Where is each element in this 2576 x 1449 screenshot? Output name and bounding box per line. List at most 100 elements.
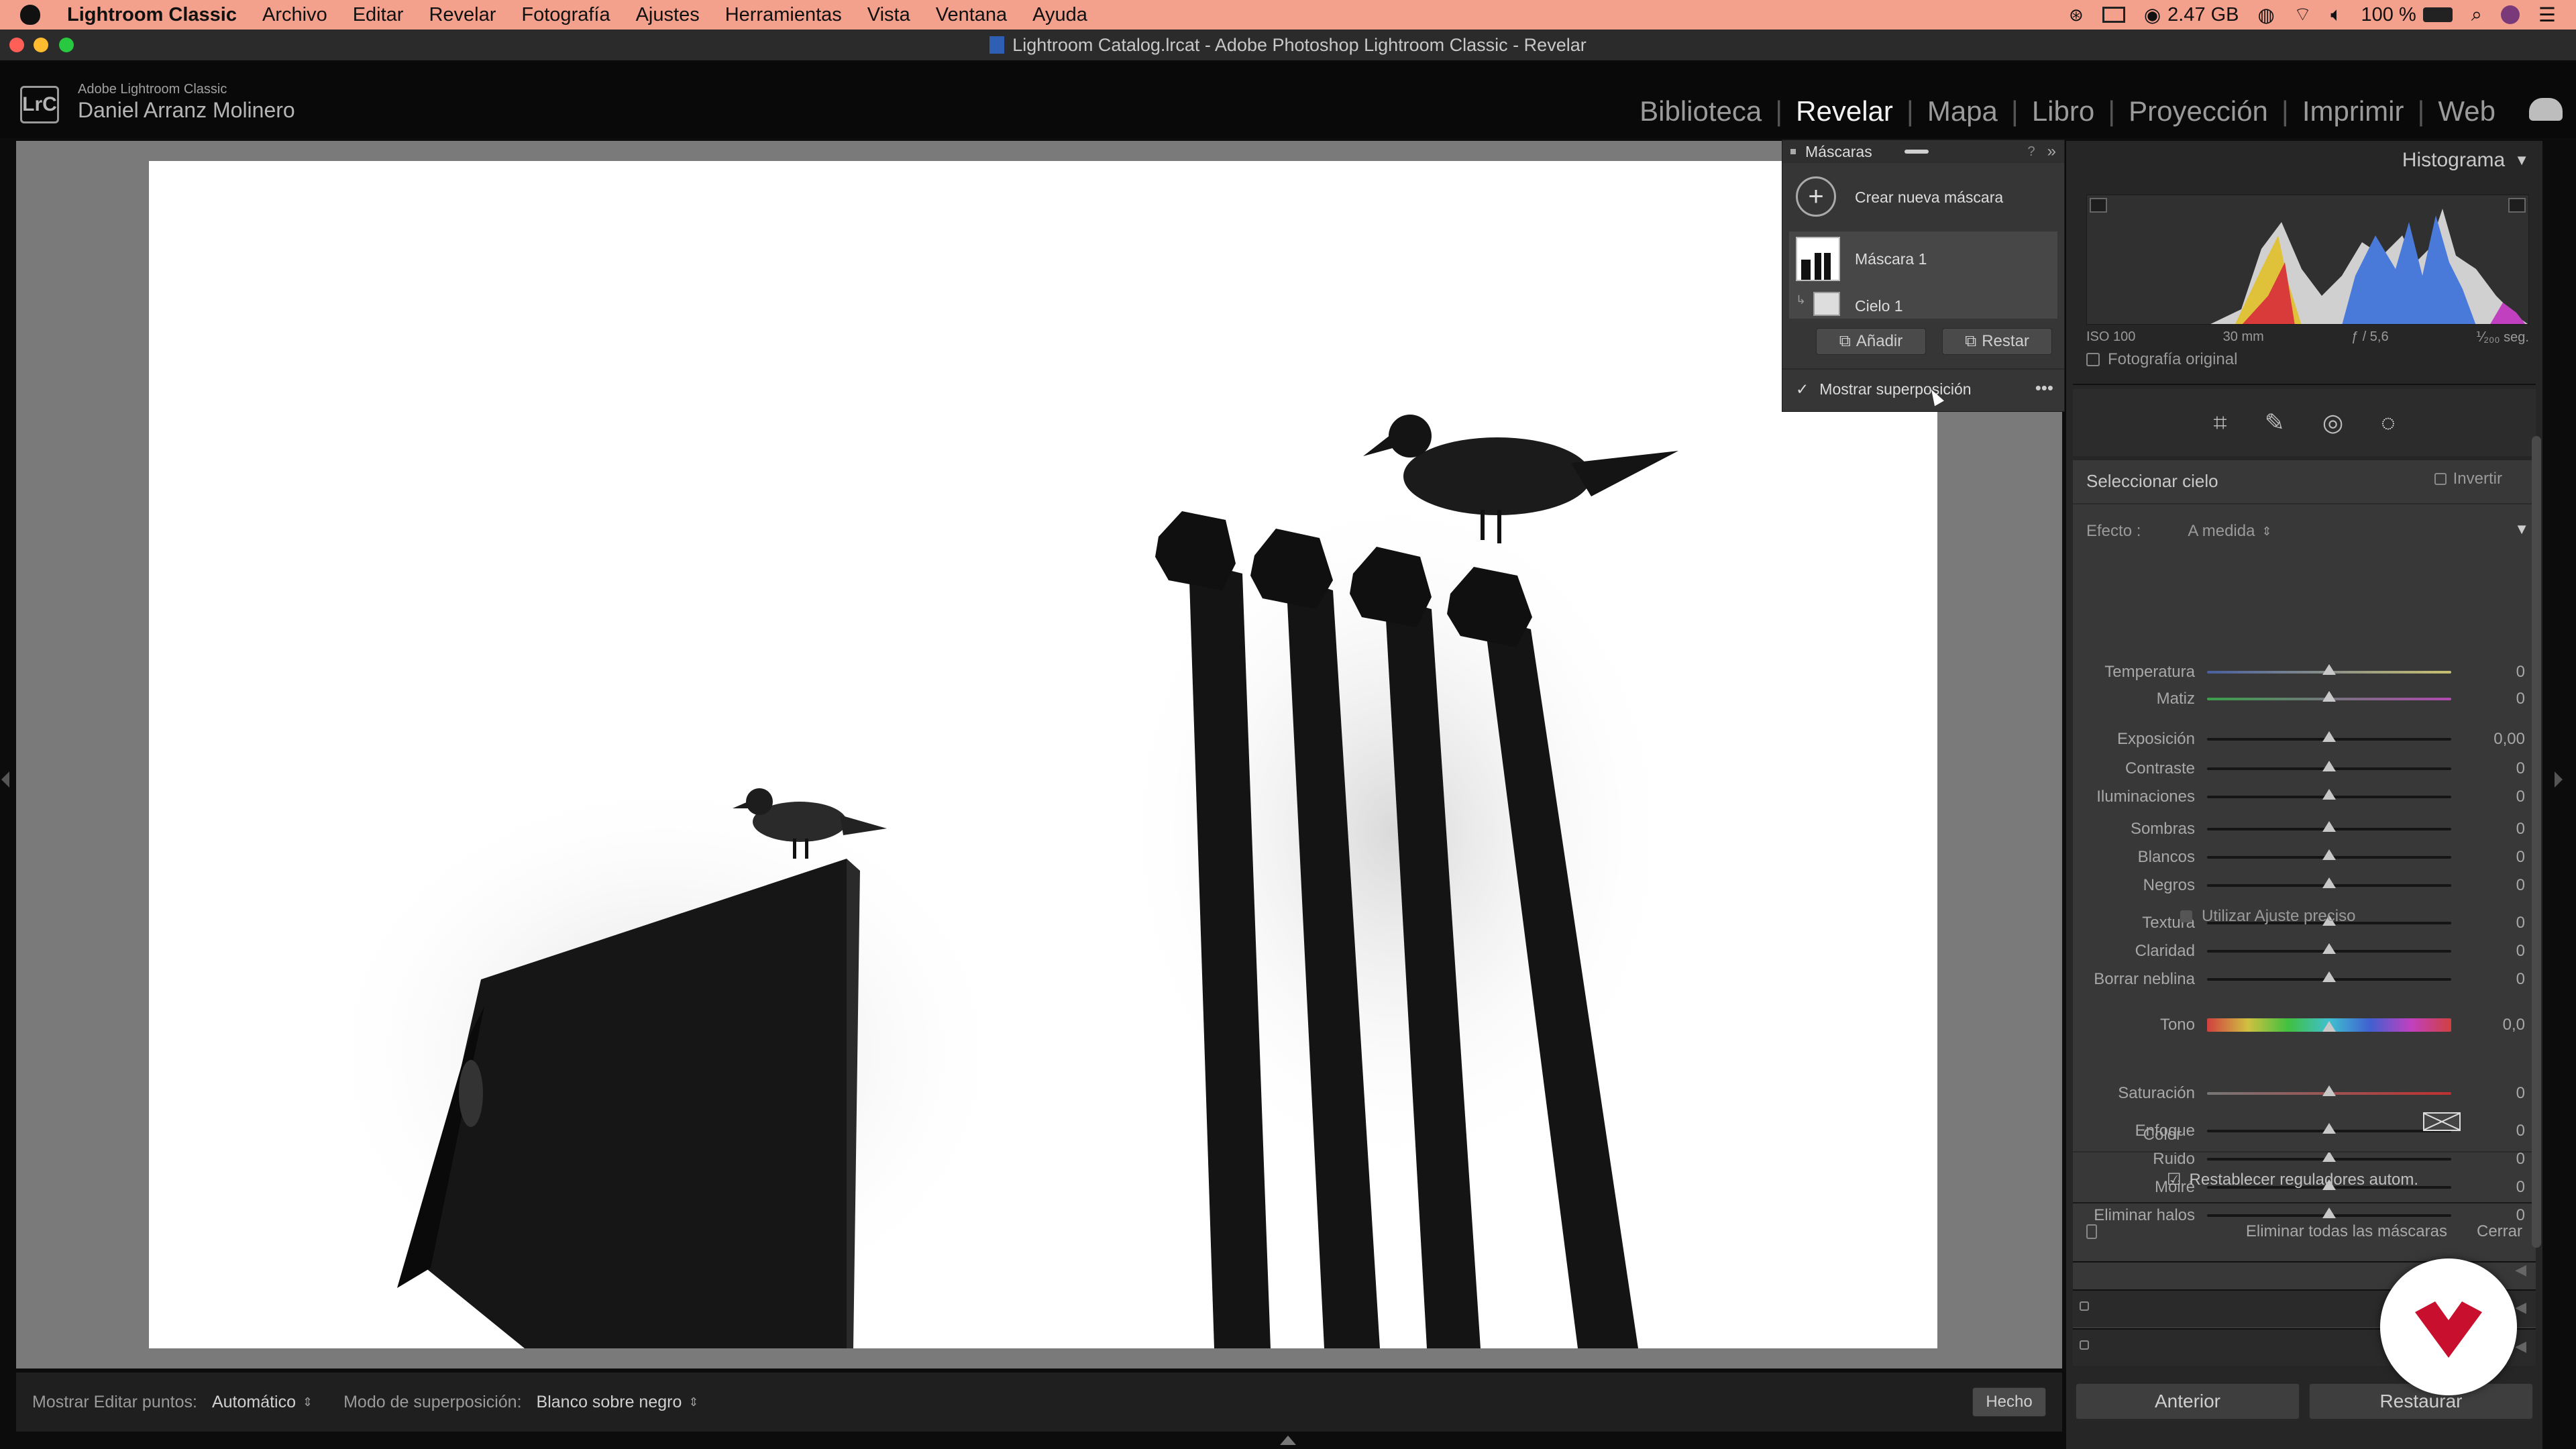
- add-mask-button[interactable]: ⧉ Añadir: [1816, 328, 1926, 355]
- creative-cloud-icon[interactable]: ⊛: [2069, 5, 2084, 25]
- slider-track[interactable]: [2207, 664, 2451, 675]
- left-panel-toggle-icon[interactable]: [1, 771, 9, 788]
- fine-adjust-checkbox[interactable]: [2180, 910, 2192, 922]
- slider-value[interactable]: 0: [2451, 970, 2525, 989]
- slider-thumb[interactable]: [2322, 761, 2336, 771]
- slider-thumb[interactable]: [2322, 849, 2336, 860]
- masks-panel-header[interactable]: Máscaras ? »: [1782, 140, 2064, 163]
- edit-points-select[interactable]: Automático: [212, 1393, 296, 1412]
- slider-value[interactable]: 0: [2451, 1122, 2525, 1140]
- reset-sliders-toggle[interactable]: ☑ Restablecer reguladores autom.: [2167, 1170, 2418, 1189]
- slider-track[interactable]: [2207, 1123, 2451, 1134]
- panel-toggle[interactable]: [2080, 1301, 2089, 1311]
- slider-value[interactable]: 0: [2451, 788, 2525, 806]
- slider-thumb[interactable]: [2322, 691, 2336, 702]
- menu-ajustes[interactable]: Ajustes: [636, 4, 700, 26]
- menu-herramientas[interactable]: Herramientas: [725, 4, 842, 26]
- module-web[interactable]: Web: [2424, 95, 2509, 127]
- module-revelar[interactable]: Revelar: [1782, 95, 1907, 127]
- overlay-mode-dropdown-icon[interactable]: ⇕: [688, 1395, 698, 1409]
- slider-track[interactable]: [2207, 1208, 2451, 1218]
- menu-archivo[interactable]: Archivo: [262, 4, 327, 26]
- minimize-window-button[interactable]: [34, 38, 48, 52]
- menu-revelar[interactable]: Revelar: [429, 4, 496, 26]
- show-overlay-toggle[interactable]: ✓ Mostrar superposición: [1796, 380, 1972, 398]
- slider-value[interactable]: 0: [2451, 1178, 2525, 1197]
- help-icon[interactable]: ?: [2028, 144, 2035, 160]
- slider-track[interactable]: [2207, 1151, 2451, 1162]
- slider-thumb[interactable]: [2322, 1208, 2336, 1218]
- overlay-mode-select[interactable]: Blanco sobre negro: [537, 1393, 682, 1412]
- delete-all-masks-button[interactable]: Eliminar todas las máscaras: [2246, 1222, 2447, 1241]
- edit-points-dropdown-icon[interactable]: ⇕: [303, 1395, 313, 1409]
- slider-track[interactable]: [2207, 821, 2451, 832]
- slider-thumb[interactable]: [2322, 1085, 2336, 1096]
- battery-icon[interactable]: [2422, 7, 2453, 22]
- slider-thumb[interactable]: [2322, 1123, 2336, 1134]
- user-avatar-icon[interactable]: [2501, 5, 2520, 24]
- slider-track[interactable]: [2207, 943, 2451, 954]
- color-swatch[interactable]: [2423, 1112, 2461, 1131]
- create-mask-icon[interactable]: +: [1796, 176, 1836, 217]
- mask-thumbnail[interactable]: [1796, 237, 1840, 281]
- search-icon[interactable]: ⌕: [2471, 4, 2482, 26]
- collapse-panel-icon[interactable]: »: [2047, 142, 2056, 161]
- right-panel-toggle-icon[interactable]: [2555, 771, 2563, 788]
- subtract-mask-button[interactable]: ⧉ Restar: [1942, 328, 2052, 355]
- close-masking-button[interactable]: Cerrar: [2477, 1222, 2522, 1241]
- component-name[interactable]: Cielo 1: [1855, 297, 1903, 315]
- display-icon[interactable]: [2102, 7, 2125, 23]
- module-libro[interactable]: Libro: [2019, 95, 2108, 127]
- slider-thumb[interactable]: [2322, 1021, 2336, 1032]
- more-options-icon[interactable]: •••: [2035, 378, 2053, 398]
- create-mask-label[interactable]: Crear nueva máscara: [1855, 189, 2003, 207]
- slider-thumb[interactable]: [2322, 971, 2336, 982]
- slider-track[interactable]: [2207, 877, 2451, 888]
- photo-preview[interactable]: [149, 161, 1937, 1348]
- slider-track[interactable]: [2207, 849, 2451, 860]
- panel-scrollbar[interactable]: [2532, 436, 2541, 1248]
- module-mapa[interactable]: Mapa: [1914, 95, 2011, 127]
- slider-thumb[interactable]: [2322, 664, 2336, 675]
- module-imprimir[interactable]: Imprimir: [2289, 95, 2418, 127]
- slider-value[interactable]: 0: [2451, 1084, 2525, 1103]
- slider-thumb[interactable]: [2322, 1151, 2336, 1162]
- slider-value[interactable]: 0: [2451, 820, 2525, 839]
- cloud-sync-icon[interactable]: [2529, 98, 2563, 121]
- menu-fotografia[interactable]: Fotografía: [521, 4, 610, 26]
- previous-button[interactable]: Anterior: [2076, 1383, 2300, 1419]
- menu-ayuda[interactable]: Ayuda: [1032, 4, 1087, 26]
- memory-icon[interactable]: ◉: [2144, 3, 2161, 27]
- panel-drag-handle[interactable]: [1904, 150, 1929, 154]
- slider-thumb[interactable]: [2322, 731, 2336, 742]
- volume-icon[interactable]: 🔈︎: [2330, 4, 2342, 26]
- module-proyeccion[interactable]: Proyección: [2115, 95, 2282, 127]
- mask-enable-toggle[interactable]: [2086, 1224, 2097, 1239]
- slider-value[interactable]: 0: [2451, 1150, 2525, 1169]
- slider-track[interactable]: [2207, 971, 2451, 982]
- menu-ventana[interactable]: Ventana: [936, 4, 1007, 26]
- slider-value[interactable]: 0: [2451, 663, 2525, 682]
- slider-value[interactable]: 0: [2451, 690, 2525, 708]
- slider-value[interactable]: 0: [2451, 876, 2525, 895]
- wifi-icon[interactable]: ⌔: [2294, 3, 2312, 27]
- apple-icon[interactable]: [20, 5, 40, 25]
- slider-thumb[interactable]: [2322, 877, 2336, 888]
- menu-editar[interactable]: Editar: [353, 4, 404, 26]
- close-window-button[interactable]: [9, 38, 24, 52]
- panel-toggle[interactable]: [2080, 1340, 2089, 1350]
- filmstrip-toggle-icon[interactable]: [1280, 1436, 1296, 1445]
- menu-vista[interactable]: Vista: [867, 4, 910, 26]
- slider-value[interactable]: 0: [2451, 759, 2525, 778]
- menu-app-name[interactable]: Lightroom Classic: [67, 4, 237, 26]
- slider-value[interactable]: 0,00: [2451, 730, 2525, 749]
- slider-thumb[interactable]: [2322, 943, 2336, 954]
- slider-thumb[interactable]: [2322, 821, 2336, 832]
- slider-track[interactable]: [2207, 731, 2451, 742]
- slider-thumb[interactable]: [2322, 789, 2336, 800]
- slider-track[interactable]: [2207, 1085, 2451, 1096]
- slider-value[interactable]: 0: [2451, 848, 2525, 867]
- mask-name[interactable]: Máscara 1: [1855, 250, 1927, 268]
- vpn-icon[interactable]: ◍: [2258, 3, 2275, 27]
- module-biblioteca[interactable]: Biblioteca: [1626, 95, 1775, 127]
